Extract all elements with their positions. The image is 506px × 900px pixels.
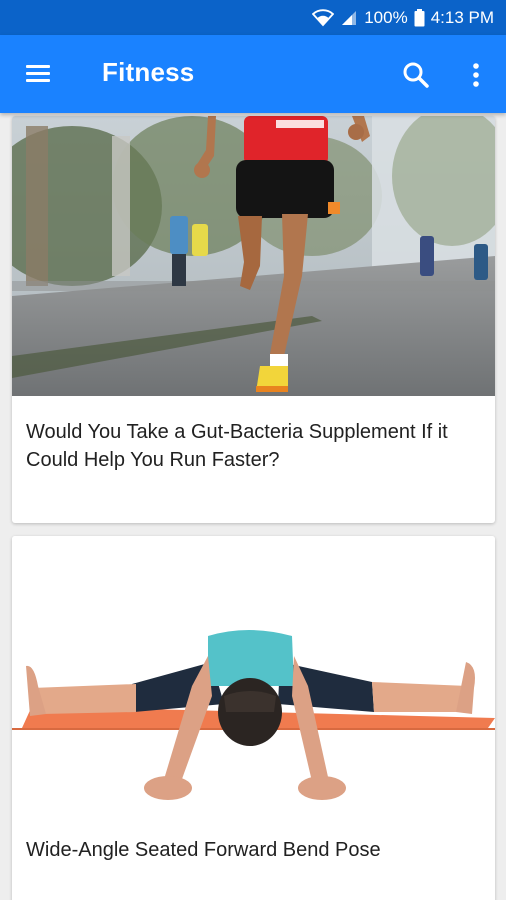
article-title[interactable]: Wide-Angle Seated Forward Bend Pose	[26, 836, 486, 864]
app-bar: Fitness	[0, 35, 506, 113]
article-card[interactable]: Would You Take a Gut-Bacteria Supplement…	[12, 116, 495, 523]
article-title[interactable]: Would You Take a Gut-Bacteria Supplement…	[26, 418, 486, 474]
runner-photo	[12, 116, 495, 396]
signal-icon	[342, 10, 357, 25]
battery-percent: 100%	[364, 7, 408, 27]
clock: 4:13 PM	[430, 7, 494, 27]
search-button[interactable]	[400, 59, 432, 91]
yoga-photo	[12, 536, 495, 814]
search-icon	[403, 62, 429, 88]
menu-button[interactable]	[24, 62, 54, 86]
status-bar: 100% 4:13 PM	[0, 0, 506, 35]
wifi-icon	[312, 8, 335, 26]
app-title: Fitness	[102, 57, 195, 87]
battery-icon	[414, 8, 425, 26]
more-options-button[interactable]	[462, 59, 490, 91]
article-card[interactable]: Wide-Angle Seated Forward Bend Pose	[12, 536, 495, 900]
more-vert-icon	[473, 63, 479, 87]
